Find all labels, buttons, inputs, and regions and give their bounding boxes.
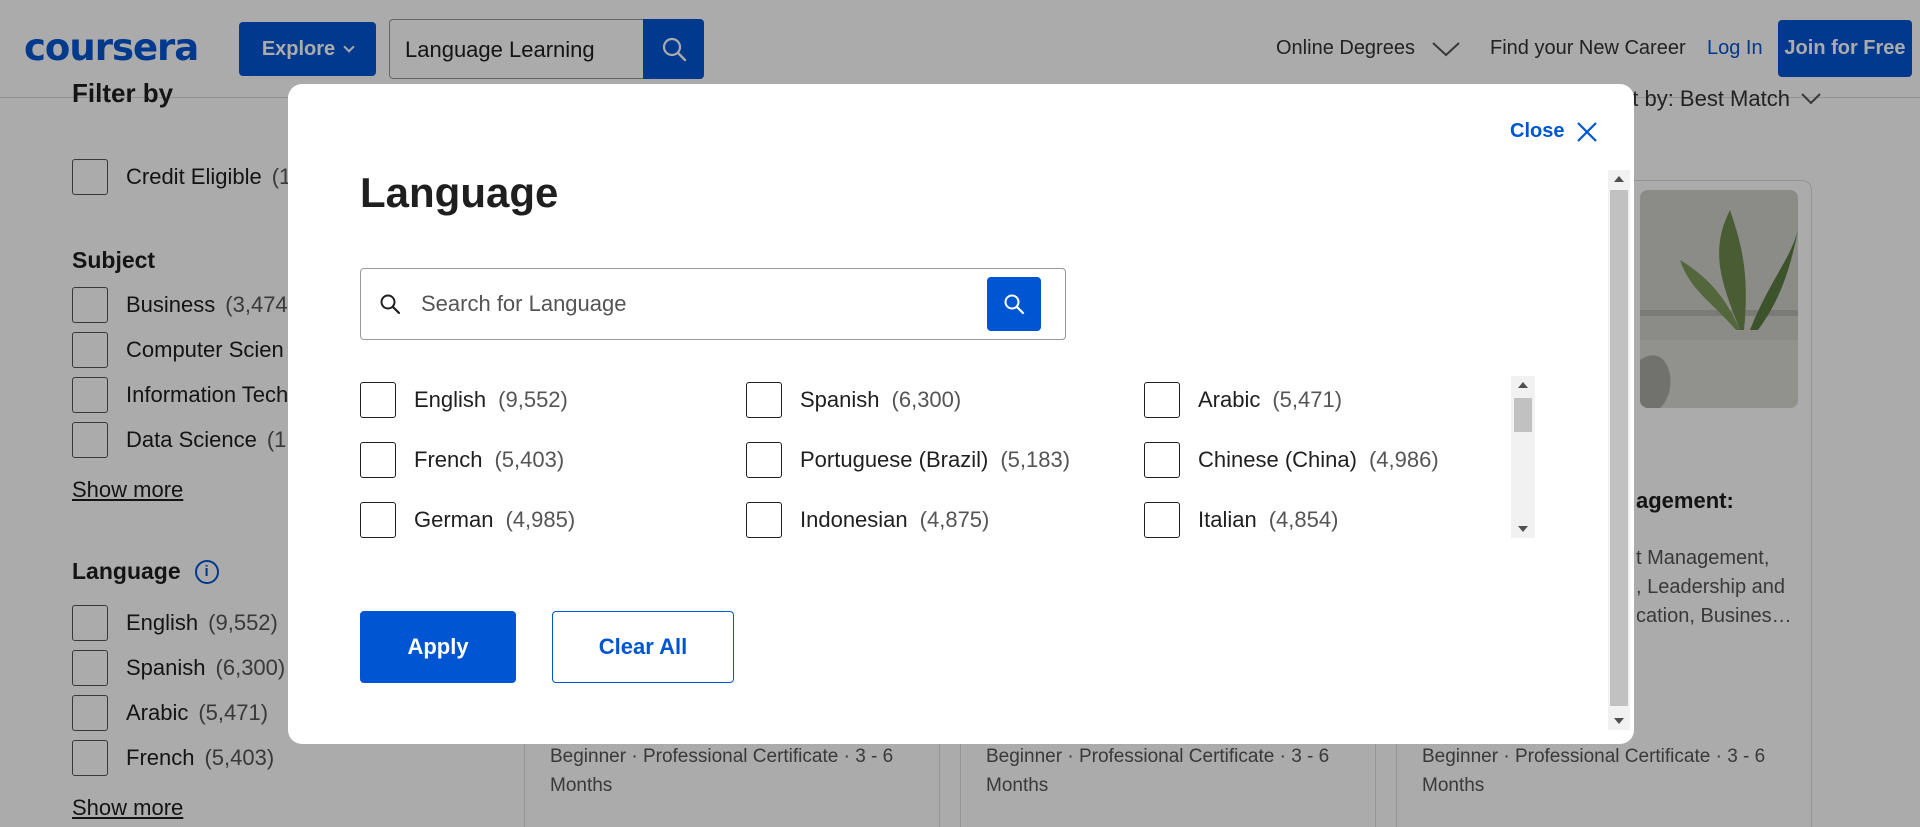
- apply-button[interactable]: Apply: [360, 611, 516, 683]
- scroll-up-arrow-icon[interactable]: [1518, 382, 1528, 388]
- language-option-german[interactable]: German (4,985): [360, 502, 575, 538]
- language-option-italian[interactable]: Italian (4,854): [1144, 502, 1338, 538]
- checkbox[interactable]: [360, 502, 396, 538]
- close-button[interactable]: Close: [1510, 120, 1598, 143]
- checkbox[interactable]: [1144, 502, 1180, 538]
- scrollbar-thumb[interactable]: [1514, 398, 1532, 432]
- scroll-down-arrow-icon[interactable]: [1518, 526, 1528, 532]
- checkbox[interactable]: [1144, 442, 1180, 478]
- modal-scrollbar[interactable]: [1608, 170, 1630, 730]
- language-search-button[interactable]: [987, 277, 1041, 331]
- language-filter-modal: Close Language English (9,552) Spanish (…: [288, 84, 1634, 744]
- scroll-up-arrow-icon[interactable]: [1614, 176, 1624, 182]
- language-option-indonesian[interactable]: Indonesian (4,875): [746, 502, 989, 538]
- scrollbar-thumb[interactable]: [1610, 190, 1628, 706]
- language-search-box: [360, 268, 1066, 340]
- checkbox[interactable]: [360, 442, 396, 478]
- language-option-portuguese-brazil[interactable]: Portuguese (Brazil) (5,183): [746, 442, 1070, 478]
- checkbox[interactable]: [1144, 382, 1180, 418]
- checkbox[interactable]: [746, 442, 782, 478]
- search-icon: [1004, 294, 1025, 315]
- language-option-chinese-china[interactable]: Chinese (China) (4,986): [1144, 442, 1439, 478]
- search-icon: [380, 294, 401, 315]
- language-option-french[interactable]: French (5,403): [360, 442, 564, 478]
- modal-title: Language: [360, 169, 559, 216]
- language-option-arabic[interactable]: Arabic (5,471): [1144, 382, 1342, 418]
- language-options-list: English (9,552) Spanish (6,300) Arabic (…: [360, 378, 1528, 538]
- clear-all-button[interactable]: Clear All: [552, 611, 734, 683]
- language-list-scrollbar[interactable]: [1511, 376, 1535, 538]
- checkbox[interactable]: [746, 382, 782, 418]
- scroll-down-arrow-icon[interactable]: [1614, 718, 1624, 724]
- language-option-spanish[interactable]: Spanish (6,300): [746, 382, 961, 418]
- close-label: Close: [1510, 120, 1565, 142]
- checkbox[interactable]: [360, 382, 396, 418]
- close-icon: [1577, 121, 1598, 142]
- checkbox[interactable]: [746, 502, 782, 538]
- language-option-english[interactable]: English (9,552): [360, 382, 568, 418]
- language-search-input[interactable]: [421, 283, 981, 325]
